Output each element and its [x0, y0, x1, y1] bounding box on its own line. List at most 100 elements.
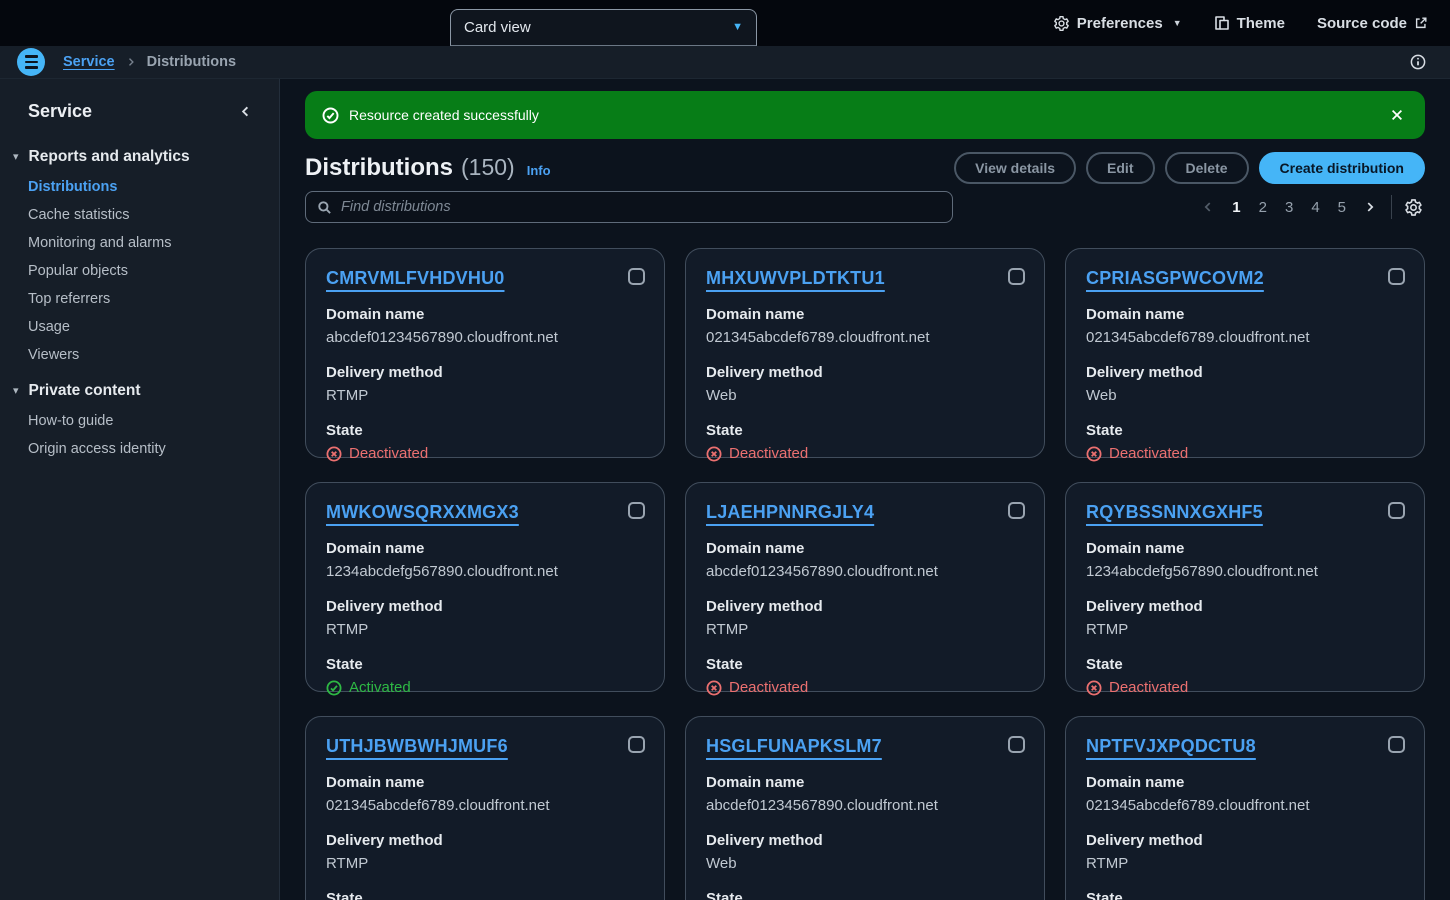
card-checkbox[interactable]: [1008, 736, 1025, 753]
search-input[interactable]: [341, 199, 941, 215]
card-checkbox[interactable]: [1388, 736, 1405, 753]
card-checkbox[interactable]: [628, 268, 645, 285]
card-checkbox[interactable]: [628, 736, 645, 753]
previous-page-icon[interactable]: [1195, 196, 1221, 218]
delete-button[interactable]: Delete: [1165, 152, 1249, 184]
distribution-card: LJAEHPNNRGJLY4 Domain name abcdef0123456…: [685, 482, 1045, 692]
sidebar-item-top-referrers[interactable]: Top referrers: [0, 285, 279, 313]
distribution-link[interactable]: CPRIASGPWCOVM2: [1086, 267, 1264, 289]
sidebar-item-origin-access-identity[interactable]: Origin access identity: [0, 435, 279, 463]
distribution-link[interactable]: LJAEHPNNRGJLY4: [706, 501, 874, 523]
hamburger-menu-button[interactable]: [17, 48, 45, 76]
pagination-page-1[interactable]: 1: [1225, 195, 1247, 220]
distribution-link[interactable]: MHXUWVPLDTKTU1: [706, 267, 885, 289]
state-label: State: [1086, 655, 1404, 675]
view-mode-value: Card view: [464, 19, 531, 36]
x-circle-icon: [326, 446, 342, 462]
delivery-method-label: Delivery method: [326, 363, 644, 383]
distribution-link[interactable]: NPTFVJXPQDCTU8: [1086, 735, 1256, 757]
x-circle-icon: [706, 446, 722, 462]
chevron-down-icon: ▼: [1173, 18, 1182, 28]
delivery-method-label: Delivery method: [1086, 363, 1404, 383]
domain-name-value: 021345abcdef6789.cloudfront.net: [706, 328, 1024, 348]
domain-name-value: 1234abcdefg567890.cloudfront.net: [326, 562, 644, 582]
card-checkbox[interactable]: [1008, 268, 1025, 285]
domain-name-value: abcdef01234567890.cloudfront.net: [326, 328, 644, 348]
state-value: Deactivated: [729, 678, 808, 698]
collapse-sidebar-icon[interactable]: [238, 104, 253, 119]
delivery-method-value: RTMP: [706, 620, 1024, 640]
edit-button[interactable]: Edit: [1086, 152, 1154, 184]
top-bar: Card view ▼ Preferences ▼ Theme Source c…: [0, 0, 1450, 46]
delivery-method-value: RTMP: [1086, 620, 1404, 640]
sidebar-item-viewers[interactable]: Viewers: [0, 341, 279, 369]
sidebar-title: Service: [28, 99, 92, 123]
distribution-link[interactable]: RQYBSSNNXGXHF5: [1086, 501, 1263, 523]
x-circle-icon: [706, 680, 722, 696]
domain-name-value: abcdef01234567890.cloudfront.net: [706, 562, 1024, 582]
distribution-card: UTHJBWBWHJMUF6 Domain name 021345abcdef6…: [305, 716, 665, 900]
card-checkbox[interactable]: [1388, 268, 1405, 285]
theme-button[interactable]: Theme: [1214, 15, 1285, 32]
distribution-card: MWKOWSQRXXMGX3 Domain name 1234abcdefg56…: [305, 482, 665, 692]
close-icon[interactable]: [1386, 104, 1408, 126]
pagination-page-4[interactable]: 4: [1304, 195, 1326, 220]
sidebar-item-cache-statistics[interactable]: Cache statistics: [0, 201, 279, 229]
source-code-link[interactable]: Source code: [1317, 15, 1428, 32]
main-content: Resource created successfully Distributi…: [280, 79, 1450, 900]
info-link[interactable]: Info: [527, 163, 551, 178]
domain-name-value: abcdef01234567890.cloudfront.net: [706, 796, 1024, 816]
card-checkbox[interactable]: [628, 502, 645, 519]
settings-gear-icon[interactable]: [1402, 196, 1425, 219]
info-icon[interactable]: [1410, 54, 1426, 70]
domain-name-label: Domain name: [326, 773, 644, 793]
state-label: State: [326, 655, 644, 675]
delivery-method-value: Web: [706, 386, 1024, 406]
sidebar-section-header[interactable]: ▾ Private content: [0, 381, 279, 401]
domain-name-value: 1234abcdefg567890.cloudfront.net: [1086, 562, 1404, 582]
sidebar-item-distributions[interactable]: Distributions: [0, 173, 279, 201]
state-value: Deactivated: [729, 444, 808, 464]
preferences-button[interactable]: Preferences ▼: [1053, 15, 1182, 32]
delivery-method-value: RTMP: [326, 620, 644, 640]
state-value: Deactivated: [1109, 678, 1188, 698]
delivery-method-value: RTMP: [1086, 854, 1404, 874]
view-details-button[interactable]: View details: [954, 152, 1076, 184]
pagination-page-5[interactable]: 5: [1331, 195, 1353, 220]
breadcrumb-service-link[interactable]: Service: [63, 54, 115, 70]
sidebar-item-monitoring-and-alarms[interactable]: Monitoring and alarms: [0, 229, 279, 257]
sidebar-item-popular-objects[interactable]: Popular objects: [0, 257, 279, 285]
delivery-method-label: Delivery method: [326, 597, 644, 617]
state-label: State: [326, 421, 644, 441]
card-checkbox[interactable]: [1388, 502, 1405, 519]
distribution-link[interactable]: HSGLFUNAPKSLM7: [706, 735, 882, 757]
pagination-page-3[interactable]: 3: [1278, 195, 1300, 220]
sidebar-item-how-to-guide[interactable]: How-to guide: [0, 407, 279, 435]
delivery-method-value: RTMP: [326, 386, 644, 406]
breadcrumb-bar: Service Distributions: [0, 46, 1450, 79]
state-label: State: [1086, 421, 1404, 441]
domain-name-label: Domain name: [706, 539, 1024, 559]
delivery-method-label: Delivery method: [706, 597, 1024, 617]
distribution-link[interactable]: CMRVMLFVHDVHU0: [326, 267, 504, 289]
domain-name-label: Domain name: [706, 305, 1024, 325]
state-label: State: [1086, 889, 1404, 900]
state-label: State: [706, 655, 1024, 675]
distribution-card: HSGLFUNAPKSLM7 Domain name abcdef0123456…: [685, 716, 1045, 900]
check-circle-icon: [322, 107, 339, 124]
pagination-page-2[interactable]: 2: [1252, 195, 1274, 220]
distribution-link[interactable]: UTHJBWBWHJMUF6: [326, 735, 508, 757]
divider: [1391, 195, 1392, 219]
domain-name-value: 021345abcdef6789.cloudfront.net: [326, 796, 644, 816]
state-label: State: [326, 889, 644, 900]
next-page-icon[interactable]: [1357, 196, 1383, 218]
sidebar-item-usage[interactable]: Usage: [0, 313, 279, 341]
view-mode-select[interactable]: Card view ▼: [450, 9, 757, 46]
search-icon: [317, 200, 332, 215]
create-distribution-button[interactable]: Create distribution: [1259, 152, 1425, 184]
distribution-link[interactable]: MWKOWSQRXXMGX3: [326, 501, 519, 523]
card-checkbox[interactable]: [1008, 502, 1025, 519]
sidebar-section-header[interactable]: ▾ Reports and analytics: [0, 147, 279, 167]
theme-icon: [1214, 15, 1230, 31]
distribution-card: MHXUWVPLDTKTU1 Domain name 021345abcdef6…: [685, 248, 1045, 458]
